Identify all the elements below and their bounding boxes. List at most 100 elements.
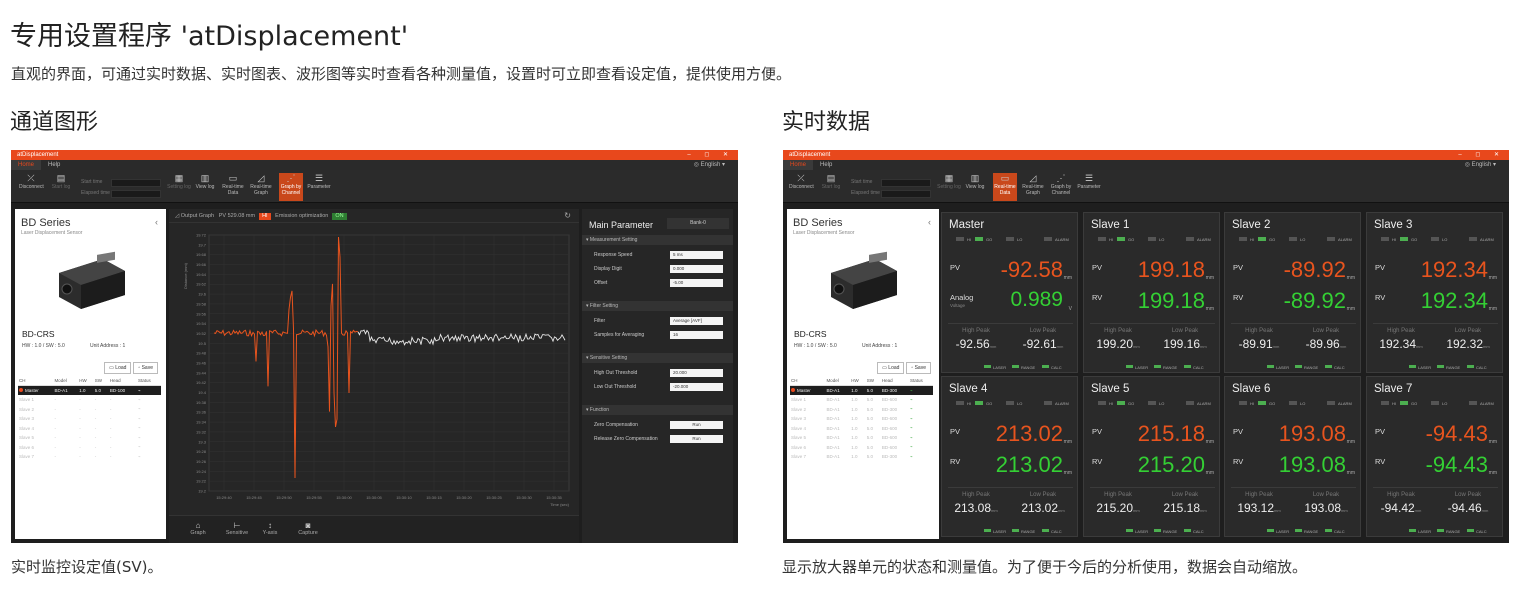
menu-help[interactable]: Help bbox=[41, 160, 67, 170]
param-section-header[interactable]: ▾ Filter Setting bbox=[582, 301, 733, 311]
menu-home[interactable]: Home bbox=[783, 160, 814, 170]
table-row[interactable]: Slave 1 - - - - ⌁ bbox=[18, 395, 161, 405]
y-axis-tool-button[interactable]: ↕ Y-axis bbox=[255, 521, 285, 536]
setting-log-button[interactable]: ▦ Setting log bbox=[167, 173, 191, 190]
save-button[interactable]: ▫ Save bbox=[133, 362, 158, 374]
table-cell: 5.0 bbox=[93, 385, 109, 395]
menu-home[interactable]: Home bbox=[11, 160, 42, 170]
channel-card[interactable]: Slave 6 HI GO LO ALARM PV 193.08 mm RV 193.08 mm Hi… bbox=[1224, 376, 1361, 537]
table-cell: BD-A1 bbox=[826, 444, 840, 450]
param-value-field[interactable]: 16 bbox=[670, 331, 723, 339]
real-time-graph-button[interactable]: ◿ Real-time Graph bbox=[1021, 173, 1045, 196]
window-controls[interactable]: – ◻ ✕ bbox=[1458, 150, 1505, 160]
table-row[interactable]: Slave 7 BD-A1 1.0 5.0 BD-300 ⌁ bbox=[790, 452, 933, 462]
graph-by-channel-button[interactable]: ⋰ Graph by Channel bbox=[279, 173, 303, 201]
graph-tool-button[interactable]: ⌂ Graph bbox=[183, 521, 213, 536]
parameter-button[interactable]: ☰ Parameter bbox=[307, 173, 331, 190]
channel-card[interactable]: Slave 7 HI GO LO ALARM PV -94.43 mm RV -94.43 mm Hi… bbox=[1366, 376, 1503, 537]
channel-card[interactable]: Slave 5 HI GO LO ALARM PV 215.18 mm RV 215.20 mm Hi… bbox=[1083, 376, 1220, 537]
table-cell: - bbox=[79, 425, 81, 431]
param-value-field[interactable]: -5.00 bbox=[670, 279, 723, 287]
param-value-field[interactable]: Average [AVF] bbox=[670, 317, 723, 325]
param-section-header[interactable]: ▾ Measurement Setting bbox=[582, 235, 733, 245]
channel-card[interactable]: Slave 4 HI GO LO ALARM PV 213.02 mm RV 213.02 mm Hi… bbox=[941, 376, 1078, 537]
param-label: High Out Threshold bbox=[594, 370, 638, 376]
lo-label: LO bbox=[1442, 237, 1448, 242]
secondary-label: RV bbox=[1375, 293, 1386, 302]
collapse-chevron-icon[interactable]: ‹ bbox=[928, 217, 931, 227]
param-label: Filter bbox=[594, 318, 606, 324]
pv-status-badge: HI bbox=[259, 213, 271, 220]
link-status-icon: ⌁ bbox=[137, 406, 141, 412]
capture-tool-button[interactable]: ◙ Capture bbox=[293, 521, 323, 536]
channel-card[interactable]: Slave 3 HI GO LO ALARM PV 192.34 mm RV 192.34 mm Hi… bbox=[1366, 212, 1503, 373]
parameter-button[interactable]: ☰ Parameter bbox=[1077, 173, 1101, 190]
high-peak-label: High Peak bbox=[1104, 328, 1132, 334]
table-row[interactable]: Slave 4 - - - - ⌁ bbox=[18, 424, 161, 434]
table-row[interactable]: Master BD-A1 1.0 5.0 BD-300 ⌁ bbox=[790, 385, 933, 395]
table-row[interactable]: Master BD-A1 1.0 5.0 BD-100 ⌁ bbox=[18, 385, 161, 395]
disconnect-button[interactable]: ⤫ Disconnect bbox=[789, 173, 814, 190]
load-button[interactable]: ▭ Load bbox=[877, 362, 905, 374]
disconnect-button[interactable]: ⤫ Disconnect bbox=[19, 173, 44, 190]
table-row[interactable]: Slave 5 - - - - ⌁ bbox=[18, 433, 161, 443]
table-row[interactable]: Slave 5 BD-A1 1.0 5.0 BD-600 ⌁ bbox=[790, 433, 933, 443]
real-time-data-button[interactable]: ▭ Real-time Data bbox=[993, 173, 1017, 201]
refresh-icon[interactable]: ↻ bbox=[564, 209, 571, 223]
param-section-header[interactable]: ▾ Function bbox=[582, 405, 733, 415]
lo-label: LO bbox=[1442, 401, 1448, 406]
run-button[interactable]: Run bbox=[670, 421, 723, 429]
hi-label: HI bbox=[1250, 401, 1254, 406]
table-row[interactable]: Slave 2 BD-A1 1.0 5.0 BD-300 ⌁ bbox=[790, 405, 933, 415]
calc-label: CALC bbox=[1193, 365, 1204, 370]
pv-value: -94.43 bbox=[1425, 421, 1488, 446]
alarm-led bbox=[1044, 237, 1052, 241]
run-button[interactable]: Run bbox=[670, 435, 723, 443]
table-row[interactable]: Slave 3 - - - - ⌁ bbox=[18, 414, 161, 424]
language-select[interactable]: ◎ English ▾ bbox=[1458, 160, 1503, 170]
setting-log-button[interactable]: ▦ Setting log bbox=[937, 173, 961, 190]
table-cell: Slave 6 bbox=[19, 444, 35, 450]
view-log-button[interactable]: ▥ View log bbox=[963, 173, 987, 190]
graph-by-channel-button[interactable]: ⋰ Graph by Channel bbox=[1049, 173, 1073, 196]
table-row[interactable]: Slave 7 - - - - ⌁ bbox=[18, 452, 161, 462]
table-row[interactable]: Slave 6 - - - - ⌁ bbox=[18, 443, 161, 453]
menu-help[interactable]: Help bbox=[813, 160, 839, 170]
table-row[interactable]: Slave 3 BD-A1 1.0 5.0 BD-600 ⌁ bbox=[790, 414, 933, 424]
calc-label: CALC bbox=[1051, 365, 1062, 370]
channel-card[interactable]: Master HI GO LO ALARM PV -92.58 mm Analog Voltage… bbox=[941, 212, 1078, 373]
start-log-button[interactable]: ▤ Start log bbox=[819, 173, 843, 190]
sensitive-tool-button[interactable]: ⊢ Sensitive bbox=[222, 521, 252, 536]
language-select[interactable]: ◎ English ▾ bbox=[687, 160, 732, 170]
view-log-button[interactable]: ▥ View log bbox=[193, 173, 217, 190]
param-label: Samples for Averaging bbox=[594, 332, 645, 338]
param-value-field[interactable]: 20.000 bbox=[670, 369, 723, 377]
table-cell: - bbox=[94, 416, 97, 422]
y-tick-label: 19.72 bbox=[196, 233, 207, 238]
hi-label: HI bbox=[1392, 401, 1396, 406]
param-section-header[interactable]: ▾ Sensitive Setting bbox=[582, 353, 733, 363]
table-cell: 5.0 bbox=[866, 397, 874, 403]
real-time-data-button[interactable]: ▭ Real-time Data bbox=[221, 173, 245, 196]
save-button[interactable]: ▫ Save bbox=[906, 362, 931, 374]
collapse-chevron-icon[interactable]: ‹ bbox=[155, 217, 158, 227]
sensor-image bbox=[59, 251, 125, 309]
card-divider bbox=[1090, 323, 1215, 324]
channel-card[interactable]: Slave 2 HI GO LO ALARM PV -89.92 mm RV -89.92 mm Hi… bbox=[1224, 212, 1361, 373]
table-row[interactable]: Slave 1 BD-A1 1.0 5.0 BD-600 ⌁ bbox=[790, 395, 933, 405]
window-controls[interactable]: – ◻ ✕ bbox=[687, 150, 734, 160]
bank-select[interactable]: Bank-0 bbox=[667, 218, 729, 229]
go-label: GO bbox=[1411, 401, 1418, 406]
param-value-field[interactable]: -20.000 bbox=[670, 383, 723, 391]
load-button[interactable]: ▭ Load bbox=[104, 362, 132, 374]
lo-led bbox=[1289, 237, 1297, 241]
param-value-field[interactable]: 0.000 bbox=[670, 265, 723, 273]
table-row[interactable]: Slave 6 BD-A1 1.0 5.0 BD-600 ⌁ bbox=[790, 443, 933, 453]
param-value-field[interactable]: 5 ms bbox=[670, 251, 723, 259]
real-time-graph-button[interactable]: ◿ Real-time Graph bbox=[249, 173, 273, 196]
emission-badge[interactable]: ON bbox=[332, 213, 347, 220]
table-row[interactable]: Slave 2 - - - - ⌁ bbox=[18, 405, 161, 415]
table-row[interactable]: Slave 4 BD-A1 1.0 5.0 BD-600 ⌁ bbox=[790, 424, 933, 434]
channel-card[interactable]: Slave 1 HI GO LO ALARM PV 199.18 mm RV 199.18 mm Hi… bbox=[1083, 212, 1220, 373]
start-log-button[interactable]: ▤ Start log bbox=[49, 173, 73, 190]
